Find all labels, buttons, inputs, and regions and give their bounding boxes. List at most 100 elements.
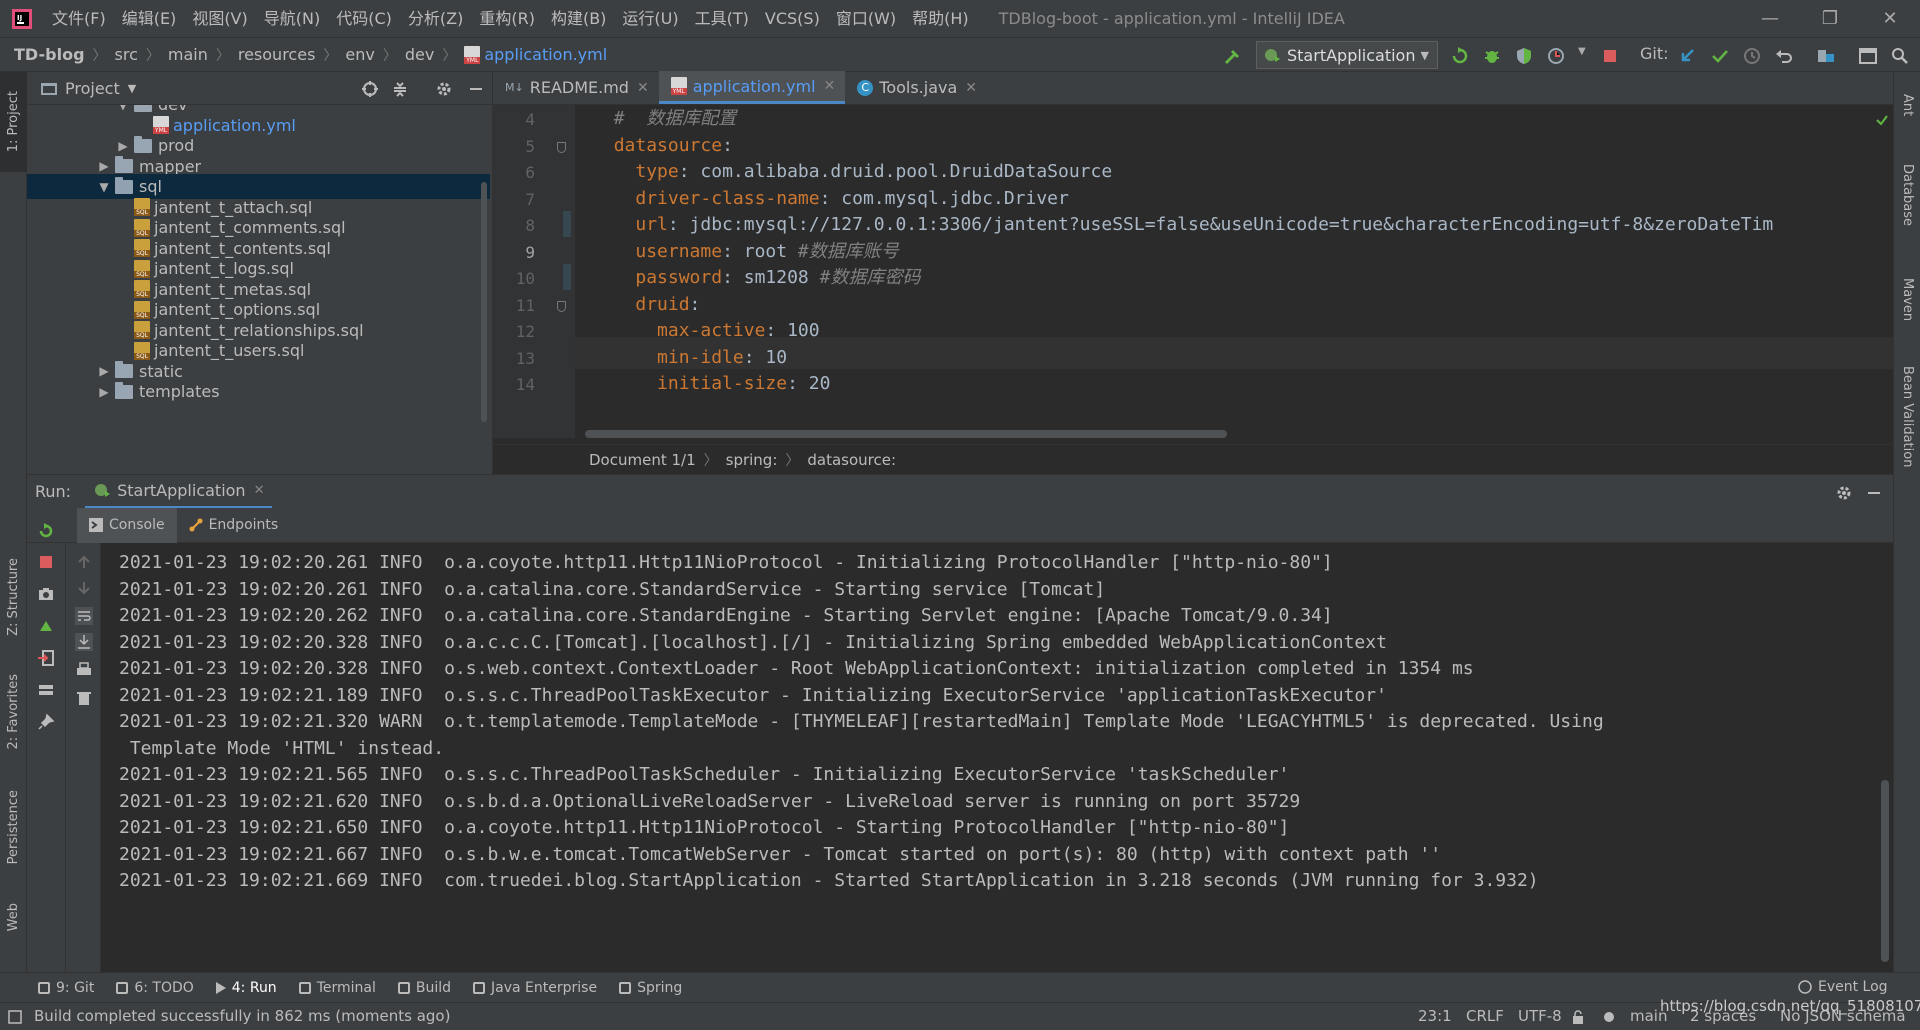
chevron-down-icon[interactable]: ▼ bbox=[128, 82, 136, 95]
bottom-tool-9-git[interactable]: 9: Git bbox=[38, 980, 94, 996]
presentation-mode-icon[interactable] bbox=[1858, 46, 1878, 66]
gear-icon[interactable] bbox=[435, 80, 453, 98]
bottom-tool-6-todo[interactable]: 6: TODO bbox=[116, 980, 194, 996]
tab-persistence-tool[interactable]: Persistence bbox=[0, 782, 27, 872]
menu-item[interactable]: 运行(U) bbox=[614, 0, 686, 37]
close-tab-icon[interactable]: ✕ bbox=[824, 78, 836, 94]
project-panel-title[interactable]: Project bbox=[65, 79, 120, 98]
minimize-button[interactable]: — bbox=[1740, 0, 1800, 37]
hide-panel-icon[interactable] bbox=[1865, 484, 1883, 502]
soft-wrap-icon[interactable] bbox=[75, 607, 93, 625]
run-tab-startapplication[interactable]: StartApplication ✕ bbox=[85, 475, 273, 509]
menu-item[interactable]: 视图(V) bbox=[184, 0, 255, 37]
menu-item[interactable]: 工具(T) bbox=[687, 0, 757, 37]
fold-marker-icon[interactable] bbox=[557, 300, 566, 312]
tab-structure-tool[interactable]: Z: Structure bbox=[0, 552, 27, 642]
stop-icon[interactable] bbox=[37, 553, 55, 571]
close-tab-icon[interactable]: ✕ bbox=[254, 483, 265, 498]
menu-item[interactable]: 编辑(E) bbox=[114, 0, 185, 37]
chevron-right-icon[interactable]: ▶ bbox=[97, 385, 111, 399]
print-icon[interactable] bbox=[75, 661, 93, 679]
inspector-icon[interactable] bbox=[1602, 1010, 1616, 1024]
more-run-chevron-icon[interactable]: ▼ bbox=[1578, 46, 1586, 57]
camera-icon[interactable] bbox=[37, 585, 55, 603]
code-area[interactable]: # 数据库配置 datasource: type: com.alibaba.dr… bbox=[493, 105, 1873, 438]
bottom-tool-4-run[interactable]: 4: Run bbox=[215, 980, 277, 996]
rerun-icon[interactable] bbox=[1450, 46, 1470, 66]
editor-breadcrumb-item[interactable]: Document 1/1 bbox=[589, 451, 696, 469]
breadcrumb-item[interactable]: application.yml bbox=[484, 45, 607, 64]
editor-breadcrumb-item[interactable]: datasource: bbox=[807, 451, 896, 469]
locate-file-icon[interactable] bbox=[361, 80, 379, 98]
git-rollback-icon[interactable] bbox=[1774, 46, 1794, 66]
lock-icon[interactable] bbox=[1572, 1010, 1584, 1024]
project-structure-icon[interactable] bbox=[1816, 46, 1836, 66]
breadcrumb-item[interactable]: main bbox=[168, 45, 208, 64]
collapse-all-icon[interactable] bbox=[391, 80, 409, 98]
trash-icon[interactable] bbox=[75, 689, 93, 707]
fold-marker-icon[interactable] bbox=[557, 141, 566, 153]
pin-icon[interactable] bbox=[37, 713, 55, 731]
tab-ant-tool[interactable]: Ant bbox=[1894, 80, 1920, 130]
event-log-button[interactable]: Event Log bbox=[1798, 979, 1888, 995]
tab-project-tool[interactable]: 1: Project bbox=[0, 72, 27, 172]
stop-icon[interactable] bbox=[1600, 46, 1620, 66]
chevron-down-icon[interactable]: ▼ bbox=[97, 180, 111, 194]
coverage-icon[interactable] bbox=[1514, 46, 1534, 66]
chevron-right-icon[interactable]: ▶ bbox=[116, 139, 130, 153]
hide-panel-icon[interactable] bbox=[467, 80, 485, 98]
breadcrumb-item[interactable]: dev bbox=[405, 45, 434, 64]
menu-item[interactable]: VCS(S) bbox=[757, 0, 828, 37]
bottom-tool-build[interactable]: Build bbox=[397, 980, 451, 996]
bottom-tool-terminal[interactable]: Terminal bbox=[298, 980, 376, 996]
status-message[interactable]: Build completed successfully in 862 ms (… bbox=[34, 1007, 450, 1025]
tab-favorites-tool[interactable]: 2: Favorites bbox=[0, 662, 27, 762]
tree-scrollbar[interactable] bbox=[481, 182, 487, 422]
menu-item[interactable]: 文件(F) bbox=[44, 0, 114, 37]
editor-tab[interactable]: application.yml ✕ bbox=[658, 71, 846, 104]
layout-icon[interactable] bbox=[37, 681, 55, 699]
menu-item[interactable]: 构建(B) bbox=[543, 0, 614, 37]
tab-console[interactable]: Console bbox=[77, 507, 177, 543]
tab-endpoints[interactable]: Endpoints bbox=[177, 508, 291, 543]
change-marker[interactable] bbox=[563, 211, 571, 237]
menu-item[interactable]: 重构(R) bbox=[471, 0, 543, 37]
editor-tab[interactable]: M↓ README.md ✕ bbox=[493, 71, 659, 104]
tab-maven-tool[interactable]: Maven bbox=[1894, 260, 1920, 340]
console-scrollbar[interactable] bbox=[1881, 780, 1889, 962]
git-commit-icon[interactable] bbox=[1710, 46, 1730, 66]
line-separator[interactable]: CRLF bbox=[1466, 1007, 1504, 1025]
bottom-tool-java-enterprise[interactable]: Java Enterprise bbox=[473, 980, 597, 996]
breadcrumb-item[interactable]: resources bbox=[238, 45, 316, 64]
console-output[interactable]: 2021-01-23 19:02:20.261 INFO o.a.coyote.… bbox=[101, 543, 1879, 972]
tab-database-tool[interactable]: Database bbox=[1894, 150, 1920, 240]
chevron-right-icon[interactable]: ▶ bbox=[97, 159, 111, 173]
debug-icon[interactable] bbox=[1482, 46, 1502, 66]
exit-icon[interactable] bbox=[37, 649, 55, 667]
build-hammer-icon[interactable] bbox=[1222, 46, 1242, 66]
chevron-down-icon[interactable]: ▼ bbox=[116, 105, 130, 112]
menu-item[interactable]: 帮助(H) bbox=[904, 0, 977, 37]
tab-bean-validation-tool[interactable]: Bean Validation bbox=[1894, 352, 1920, 482]
caret-position[interactable]: 23:1 bbox=[1418, 1007, 1452, 1025]
menu-item[interactable]: 窗口(W) bbox=[828, 0, 904, 37]
editor-tab[interactable]: C Tools.java ✕ bbox=[845, 71, 987, 104]
profiler-icon[interactable] bbox=[1546, 46, 1566, 66]
file-encoding[interactable]: UTF-8 bbox=[1518, 1007, 1562, 1025]
search-everywhere-icon[interactable] bbox=[1890, 46, 1910, 66]
close-tab-icon[interactable]: ✕ bbox=[965, 80, 977, 96]
gear-icon[interactable] bbox=[1835, 484, 1853, 502]
menu-item[interactable]: 分析(Z) bbox=[400, 0, 471, 37]
scroll-down-icon[interactable] bbox=[75, 579, 93, 597]
maximize-button[interactable]: ❐ bbox=[1800, 0, 1860, 37]
rerun-icon[interactable] bbox=[37, 522, 55, 540]
update-app-icon[interactable] bbox=[37, 617, 55, 635]
breadcrumb-item[interactable]: src bbox=[115, 45, 138, 64]
scroll-up-icon[interactable] bbox=[75, 553, 93, 571]
tab-web-tool[interactable]: Web bbox=[0, 887, 27, 947]
status-toggle-icon[interactable] bbox=[8, 1010, 22, 1024]
breadcrumb-item[interactable]: env bbox=[345, 45, 374, 64]
breadcrumb-item[interactable]: TD-blog bbox=[14, 45, 85, 64]
git-history-icon[interactable] bbox=[1742, 46, 1762, 66]
editor-horizontal-scrollbar[interactable] bbox=[585, 430, 1227, 438]
